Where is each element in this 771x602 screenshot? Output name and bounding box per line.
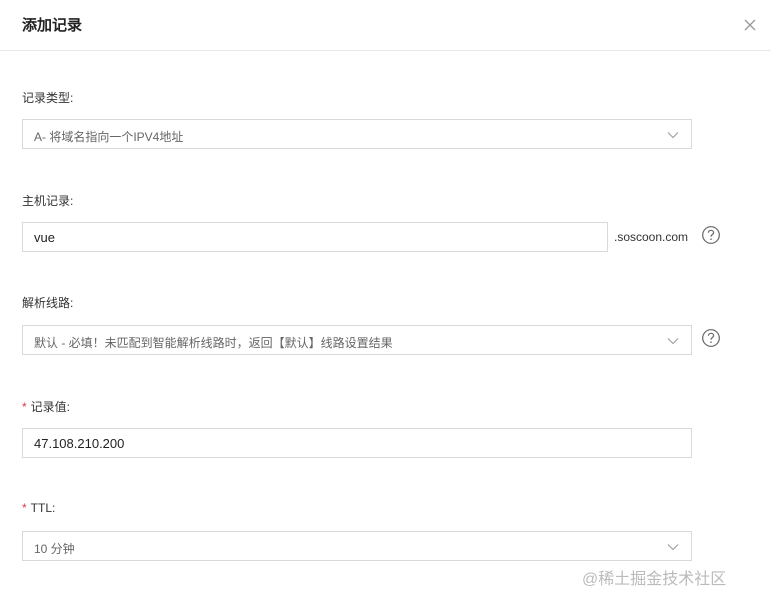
- ttl-label-text: TTL:: [30, 501, 56, 515]
- record-value-value: 47.108.210.200: [34, 436, 125, 451]
- record-value-input[interactable]: 47.108.210.200: [22, 428, 692, 458]
- ttl-select[interactable]: 10 分钟: [22, 531, 692, 561]
- record-value-label-text: 记录值:: [30, 400, 71, 414]
- question-circle-icon[interactable]: [701, 328, 721, 348]
- chevron-down-icon: [667, 132, 679, 139]
- ttl-label: * TTL:: [22, 501, 55, 515]
- close-icon[interactable]: [740, 15, 760, 35]
- required-mark: *: [22, 501, 27, 515]
- chevron-down-icon: [667, 338, 679, 345]
- line-value: 默认 - 必填！未匹配到智能解析线路时，返回【默认】线路设置结果: [34, 336, 393, 350]
- dialog-title: 添加记录: [22, 17, 83, 34]
- host-record-label: 主机记录:: [22, 194, 74, 208]
- ttl-value: 10 分钟: [34, 542, 75, 556]
- domain-suffix: .soscoon.com: [614, 230, 689, 244]
- record-type-select[interactable]: A- 将域名指向一个IPV4地址: [22, 119, 692, 149]
- line-select[interactable]: 默认 - 必填！未匹配到智能解析线路时，返回【默认】线路设置结果: [22, 325, 692, 355]
- record-type-label: 记录类型:: [22, 91, 74, 105]
- watermark: @稀土掘金技术社区: [582, 571, 727, 588]
- host-record-input[interactable]: vue: [22, 222, 608, 252]
- chevron-down-icon: [667, 544, 679, 551]
- required-mark: *: [22, 400, 27, 414]
- question-circle-icon[interactable]: [701, 225, 721, 245]
- record-value-label: * 记录值:: [22, 398, 70, 415]
- record-type-value: A- 将域名指向一个IPV4地址: [34, 130, 184, 144]
- host-record-value: vue: [34, 230, 55, 245]
- dialog-header: 添加记录: [0, 0, 771, 51]
- line-label: 解析线路:: [22, 296, 74, 310]
